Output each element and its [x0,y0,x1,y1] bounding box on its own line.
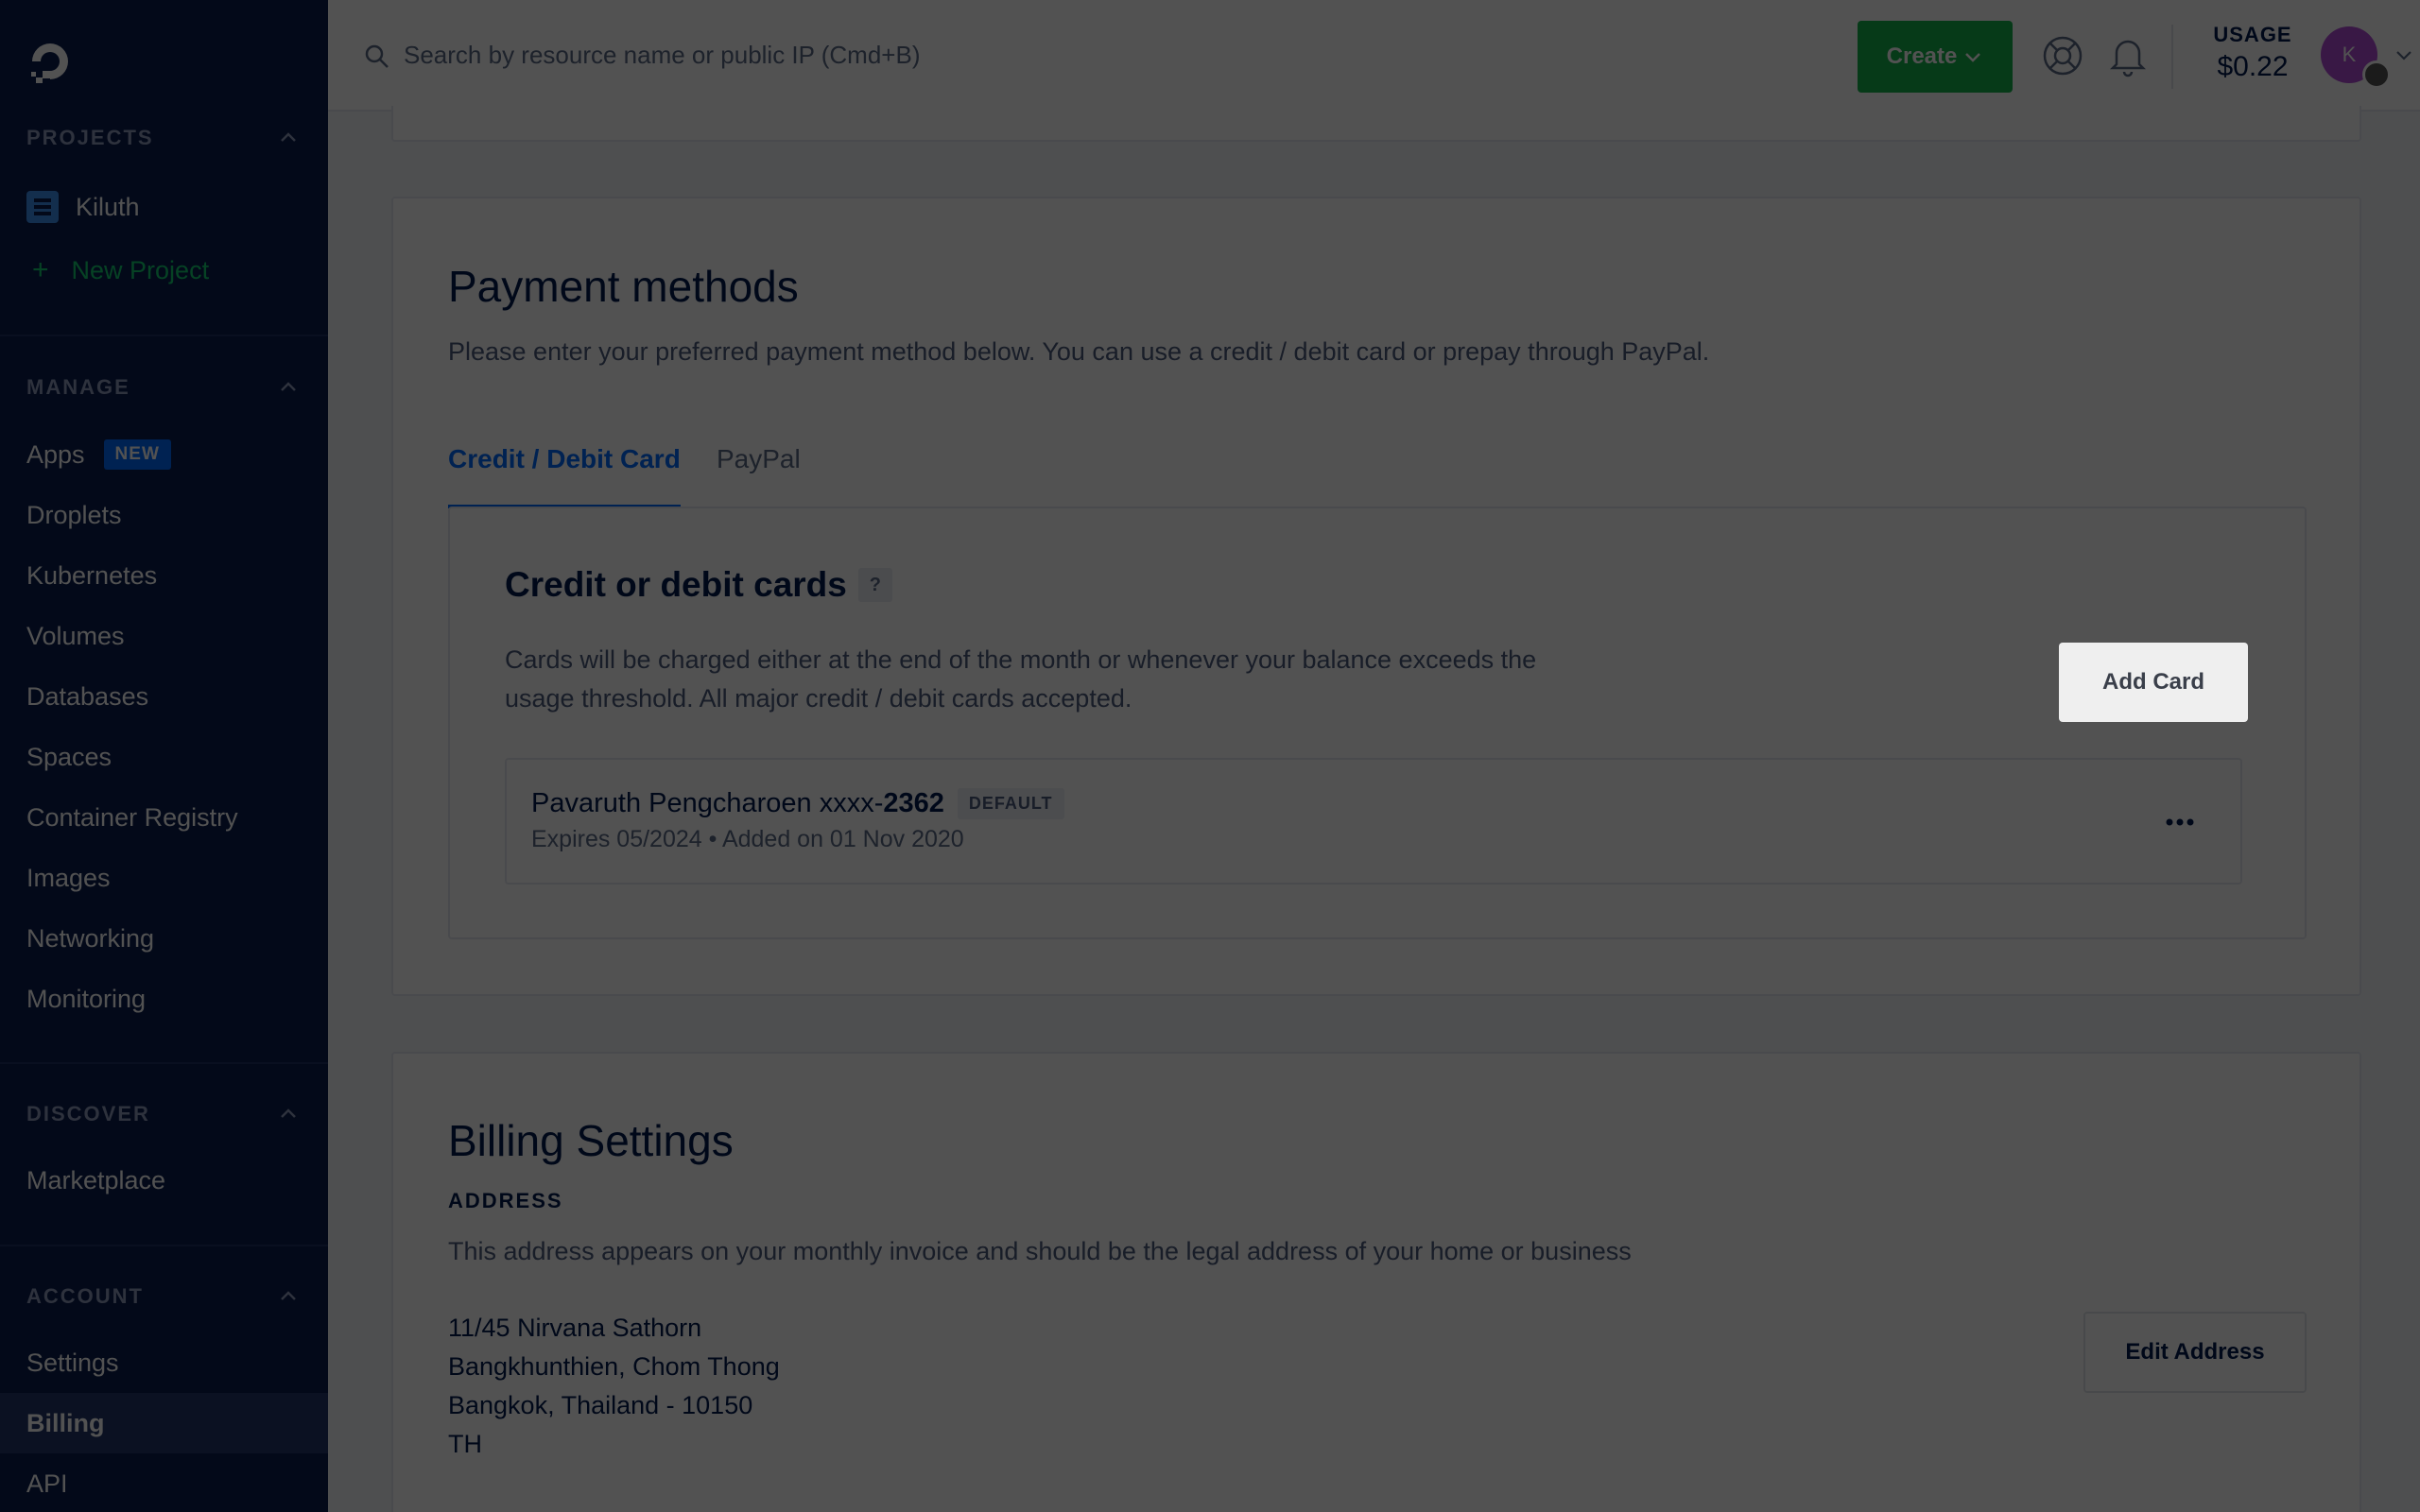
sidebar-item-spaces[interactable]: Spaces [26,738,112,776]
credit-cards-title: Credit or debit cards ? [505,565,892,605]
sidebar: PROJECTS Kiluth + New Project MANAGE App… [0,0,328,1512]
sidebar-item-api[interactable]: API [26,1465,68,1503]
address-description: This address appears on your monthly inv… [448,1237,1632,1265]
payment-methods-description: Please enter your preferred payment meth… [448,337,1710,366]
sidebar-item-marketplace[interactable]: Marketplace [26,1161,165,1199]
projects-section-title: PROJECTS [26,126,154,149]
sidebar-item-label: Marketplace [26,1165,166,1194]
help-lifebuoy-icon[interactable] [2041,34,2084,77]
sidebar-item-apps[interactable]: Apps NEW [26,436,171,473]
edit-address-button[interactable]: Edit Address [2083,1312,2307,1393]
project-icon [26,191,59,223]
manage-section-header[interactable]: MANAGE [26,373,301,402]
new-project-link[interactable]: + New Project [32,251,209,289]
projects-section-header[interactable]: PROJECTS [26,124,301,152]
notification-bell-icon[interactable] [2107,34,2149,77]
add-card-button[interactable]: Add Card [2059,643,2248,722]
sidebar-item-container-registry[interactable]: Container Registry [26,799,238,836]
create-button-label: Create [1886,43,1958,69]
help-question-icon[interactable]: ? [857,568,892,602]
address-line-3: Bangkok, Thailand - 10150 [448,1391,753,1419]
sidebar-divider [0,1062,328,1064]
digitalocean-logo-icon[interactable] [25,36,76,87]
chevron-up-icon[interactable] [276,1284,301,1309]
account-section-header[interactable]: ACCOUNT [26,1282,301,1311]
card-expiry-meta: Expires 05/2024 • Added on 01 Nov 2020 [531,826,964,852]
chevron-up-icon[interactable] [276,375,301,400]
more-options-icon[interactable] [2159,801,2201,843]
sidebar-item-settings[interactable]: Settings [26,1344,119,1382]
discover-section-header[interactable]: DISCOVER [26,1100,301,1128]
sidebar-item-droplets[interactable]: Droplets [26,496,122,534]
sidebar-item-label: Billing [26,1408,105,1437]
address-line-2: Bangkhunthien, Chom Thong [448,1352,780,1381]
sidebar-item-networking[interactable]: Networking [26,919,154,957]
sidebar-item-kubernetes[interactable]: Kubernetes [26,557,157,594]
sidebar-item-label: Monitoring [26,984,147,1013]
tab-paypal[interactable]: PayPal [717,444,801,510]
sidebar-item-monitoring[interactable]: Monitoring [26,980,146,1018]
plus-icon: + [32,254,49,285]
project-name: Kiluth [76,192,140,221]
chevron-down-icon[interactable] [2393,43,2415,66]
sidebar-item-label: Droplets [26,500,122,529]
card-holder: Pavaruth Pengcharoen xxxx- 2362 DEFAULT [531,788,1064,819]
chevron-up-icon[interactable] [276,126,301,150]
saved-card-row: Pavaruth Pengcharoen xxxx- 2362 DEFAULT … [505,758,2242,885]
sidebar-item-label: Volumes [26,621,125,650]
sidebar-item-databases[interactable]: Databases [26,678,148,715]
topbar: Create USAGE $0.22 K [328,0,2420,112]
search-input[interactable] [404,32,1254,77]
address-line-1: 11/45 Nirvana Sathorn [448,1314,702,1342]
sidebar-item-label: Container Registry [26,802,238,832]
new-project-label: New Project [71,255,210,284]
tab-label: PayPal [717,444,801,473]
new-badge: NEW [103,439,171,470]
sidebar-divider [0,335,328,336]
chevron-down-icon [1965,53,1981,62]
tab-label: Credit / Debit Card [448,444,681,473]
credit-cards-description-line1: Cards will be charged either at the end … [505,645,1537,674]
sidebar-item-label: Images [26,863,111,892]
previous-section-card [391,106,2361,142]
sidebar-item-label: Spaces [26,742,112,771]
sidebar-item-volumes[interactable]: Volumes [26,617,125,655]
payment-methods-title: Payment methods [448,262,799,311]
chevron-up-icon[interactable] [276,1102,301,1126]
sidebar-divider [0,1245,328,1246]
topbar-separator [2171,25,2173,89]
usage-label: USAGE [2213,23,2292,46]
billing-settings-title: Billing Settings [448,1116,734,1165]
tab-credit-debit-card[interactable]: Credit / Debit Card [448,444,681,510]
search-icon [365,44,389,68]
credit-cards-description-line2: usage threshold. All major credit / debi… [505,684,1132,713]
discover-section-title: DISCOVER [26,1102,150,1125]
account-section-title: ACCOUNT [26,1284,144,1308]
team-avatar-icon [2362,60,2391,89]
sidebar-item-label: API [26,1469,68,1498]
credit-cards-title-text: Credit or debit cards [505,565,847,604]
sidebar-item-label: Kubernetes [26,560,158,590]
usage-indicator[interactable]: USAGE $0.22 [2192,23,2313,83]
sidebar-item-images[interactable]: Images [26,859,111,897]
usage-value: $0.22 [2217,51,2289,82]
manage-section-title: MANAGE [26,375,130,399]
card-last4: 2362 [883,788,944,818]
default-badge: DEFAULT [957,788,1064,819]
address-label: ADDRESS [448,1189,563,1212]
sidebar-item-label: Apps [26,439,85,469]
sidebar-item-billing[interactable]: Billing [26,1404,105,1442]
sidebar-item-label: Databases [26,681,149,711]
sidebar-project-kiluth[interactable]: Kiluth [26,187,140,227]
address-line-4: TH [448,1430,482,1458]
card-holder-name: Pavaruth Pengcharoen xxxx- [531,788,884,818]
sidebar-item-label: Networking [26,923,155,953]
create-button[interactable]: Create [1858,21,2013,93]
sidebar-item-label: Settings [26,1348,119,1377]
